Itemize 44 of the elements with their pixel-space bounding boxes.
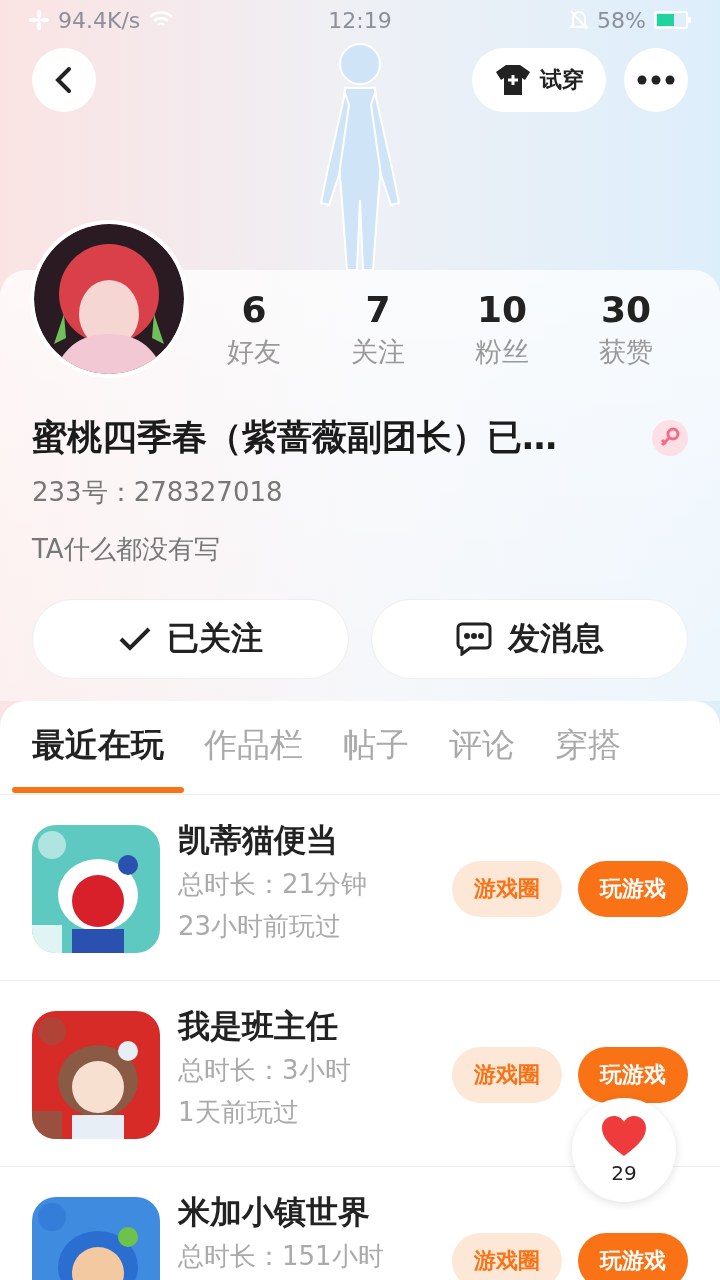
tab[interactable]: 穿搭 [535,701,641,794]
user-bio: TA什么都没有写 [32,533,221,566]
user-id: 233号：278327018 [32,476,284,509]
check-icon [118,627,151,651]
last-played: 23小时前玩过 [178,910,343,943]
game-title: 米加小镇世界 [178,1193,371,1231]
play-game-button[interactable]: 玩游戏 [578,1047,688,1103]
tab[interactable]: 帖子 [323,701,429,794]
more-icon [637,75,675,85]
heart-icon [601,1115,647,1157]
stat-value: 30 [600,288,652,332]
message-button[interactable]: 发消息 [371,599,688,679]
tab[interactable]: 作品栏 [184,701,323,794]
clock: 12:19 [328,7,392,33]
game-circle-button[interactable]: 游戏圈 [452,861,562,917]
game-title: 我是班主任 [178,1007,339,1045]
play-game-button[interactable]: 玩游戏 [578,1233,688,1280]
tab[interactable]: 评论 [429,701,535,794]
stat-label: 获赞 [599,335,653,369]
stat-value: 10 [476,288,528,332]
game-title: 凯蒂猫便当 [178,821,339,859]
network-speed: 94.4K/s [58,7,141,33]
battery-icon [654,10,692,30]
stat-label: 关注 [351,335,405,369]
chat-icon [455,622,492,656]
shirt-icon [494,63,532,97]
game-circle-button[interactable]: 游戏圈 [452,1047,562,1103]
battery-percent: 58% [597,7,646,33]
bell-off-icon [569,9,590,31]
user-name: 蜜桃四季春（紫蔷薇副团长）已… [32,416,558,459]
play-duration: 总时长：3小时 [178,1054,352,1087]
play-duration: 总时长：21分钟 [178,868,369,901]
try-on-button[interactable]: 试穿 [472,48,606,112]
tab[interactable]: 最近在玩 [12,701,184,794]
last-played: 1天前玩过 [178,1096,300,1129]
stat-value: 6 [241,288,267,332]
fan-icon [28,9,50,31]
play-game-button[interactable]: 玩游戏 [578,861,688,917]
game-circle-button[interactable]: 游戏圈 [452,1233,562,1280]
stat-value: 7 [365,288,391,332]
play-duration: 总时长：151小时 [178,1240,385,1273]
stat-label: 粉丝 [475,335,529,369]
stat-label: 好友 [227,335,281,369]
follow-button[interactable]: 已关注 [32,599,349,679]
